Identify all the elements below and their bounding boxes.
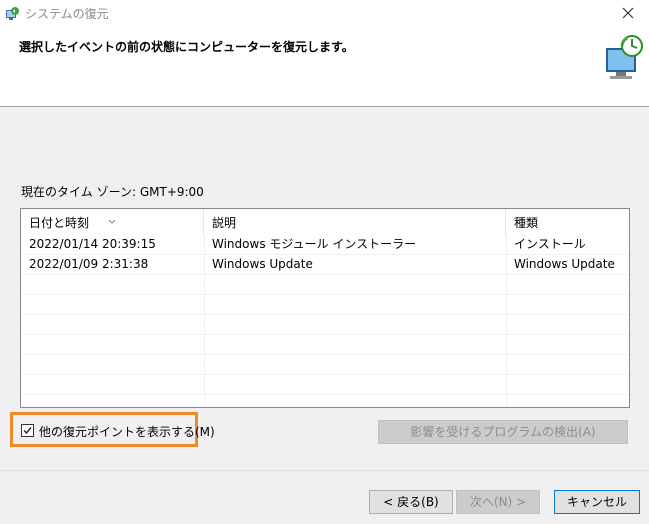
close-icon	[622, 7, 634, 22]
column-header-type[interactable]: 種類	[506, 209, 629, 237]
timezone-label: 現在のタイム ゾーン: GMT+9:00	[21, 185, 204, 199]
empty-row	[21, 355, 629, 375]
empty-row	[21, 335, 629, 355]
cancel-button[interactable]: キャンセル	[554, 490, 640, 514]
window-title: システムの復元	[25, 7, 109, 21]
table-row[interactable]: 2022/01/09 2:31:38 Windows Update Window…	[21, 255, 629, 275]
empty-row	[21, 315, 629, 335]
next-button[interactable]: 次へ(N) >	[456, 490, 540, 514]
close-button[interactable]	[607, 0, 649, 28]
system-restore-icon	[4, 6, 20, 22]
restore-points-list[interactable]: 日付と時刻 説明 種類 2022/01/14 20:39:15 Windows …	[20, 208, 630, 408]
back-button[interactable]: < 戻る(B)	[369, 490, 453, 514]
page-title: 選択したイベントの前の状態にコンピューターを復元します。	[19, 40, 354, 54]
header-panel: 選択したイベントの前の状態にコンピューターを復元します。	[0, 28, 649, 107]
show-more-label[interactable]: 他の復元ポイントを表示する(M)	[39, 423, 215, 440]
empty-row	[21, 275, 629, 295]
cell-description: Windows Update	[212, 257, 313, 271]
column-header-description[interactable]: 説明	[204, 209, 506, 237]
footer-divider	[0, 470, 649, 471]
cell-date: 2022/01/09 2:31:38	[29, 257, 149, 271]
show-more-highlight: 他の復元ポイントを表示する(M)	[10, 412, 215, 447]
sort-descending-icon	[107, 209, 117, 224]
table-row[interactable]: 2022/01/14 20:39:15 Windows モジュール インストーラ…	[21, 235, 629, 255]
checkmark-icon	[23, 427, 32, 435]
restore-computer-icon	[600, 34, 646, 80]
show-more-checkbox[interactable]	[21, 424, 34, 437]
cell-type: Windows Update	[514, 257, 615, 271]
cell-description: Windows モジュール インストーラー	[212, 237, 417, 251]
cell-type: インストール	[514, 237, 586, 251]
column-header-label: 日付と時刻	[29, 216, 90, 230]
empty-row	[21, 295, 629, 315]
column-header-label: 種類	[514, 216, 539, 230]
cell-date: 2022/01/14 20:39:15	[29, 237, 156, 251]
title-bar: システムの復元	[0, 0, 649, 28]
column-header-label: 説明	[212, 216, 237, 230]
empty-row	[21, 375, 629, 395]
scan-affected-programs-button[interactable]: 影響を受けるプログラムの検出(A)	[378, 420, 628, 444]
column-header-date[interactable]: 日付と時刻	[21, 209, 204, 237]
